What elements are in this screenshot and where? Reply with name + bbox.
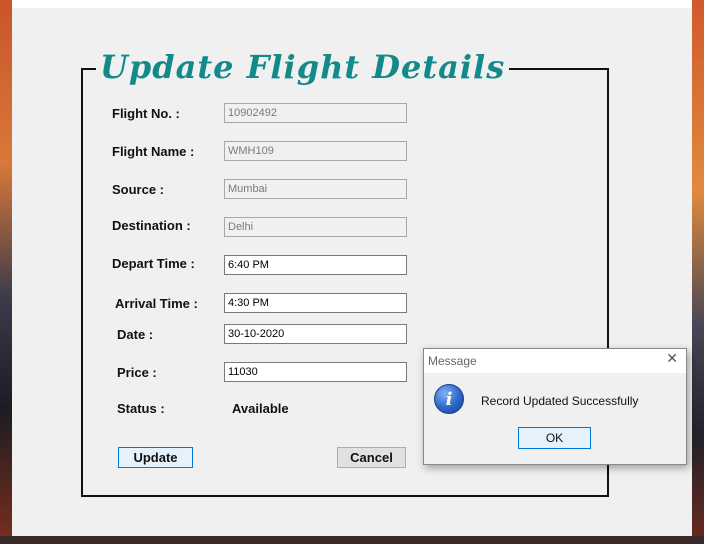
status-value: Available [232, 401, 289, 416]
flight-name-field[interactable] [224, 141, 407, 161]
source-field[interactable] [224, 179, 407, 199]
close-icon[interactable]: ✕ [666, 351, 678, 367]
date-field[interactable] [224, 324, 407, 344]
flight-no-field[interactable] [224, 103, 407, 123]
information-icon: i [434, 384, 464, 414]
dialog-title: Message [428, 354, 477, 368]
desktop-background-top [0, 0, 704, 8]
desktop-wallpaper-left [0, 0, 12, 544]
depart-time-label: Depart Time : [112, 256, 195, 271]
price-field[interactable] [224, 362, 407, 382]
arrival-time-label: Arrival Time : [115, 296, 198, 311]
destination-label: Destination : [112, 218, 191, 233]
dialog-titlebar: Message ✕ [424, 349, 686, 373]
flight-no-label: Flight No. : [112, 106, 180, 121]
dialog-message: Record Updated Successfully [481, 394, 639, 408]
desktop-wallpaper-bottom [0, 536, 704, 544]
desktop-wallpaper-right [692, 0, 704, 544]
cancel-button[interactable]: Cancel [337, 447, 406, 468]
ok-button[interactable]: OK [518, 427, 591, 449]
status-label: Status : [117, 401, 165, 416]
price-label: Price : [117, 365, 157, 380]
depart-time-field[interactable] [224, 255, 407, 275]
arrival-time-field[interactable] [224, 293, 407, 313]
flight-name-label: Flight Name : [112, 144, 195, 159]
destination-field[interactable] [224, 217, 407, 237]
form-title: Update Flight Details [96, 48, 510, 86]
update-button[interactable]: Update [118, 447, 193, 468]
date-label: Date : [117, 327, 154, 342]
source-label: Source : [112, 182, 165, 197]
message-dialog: Message ✕ i Record Updated Successfully … [423, 348, 687, 465]
